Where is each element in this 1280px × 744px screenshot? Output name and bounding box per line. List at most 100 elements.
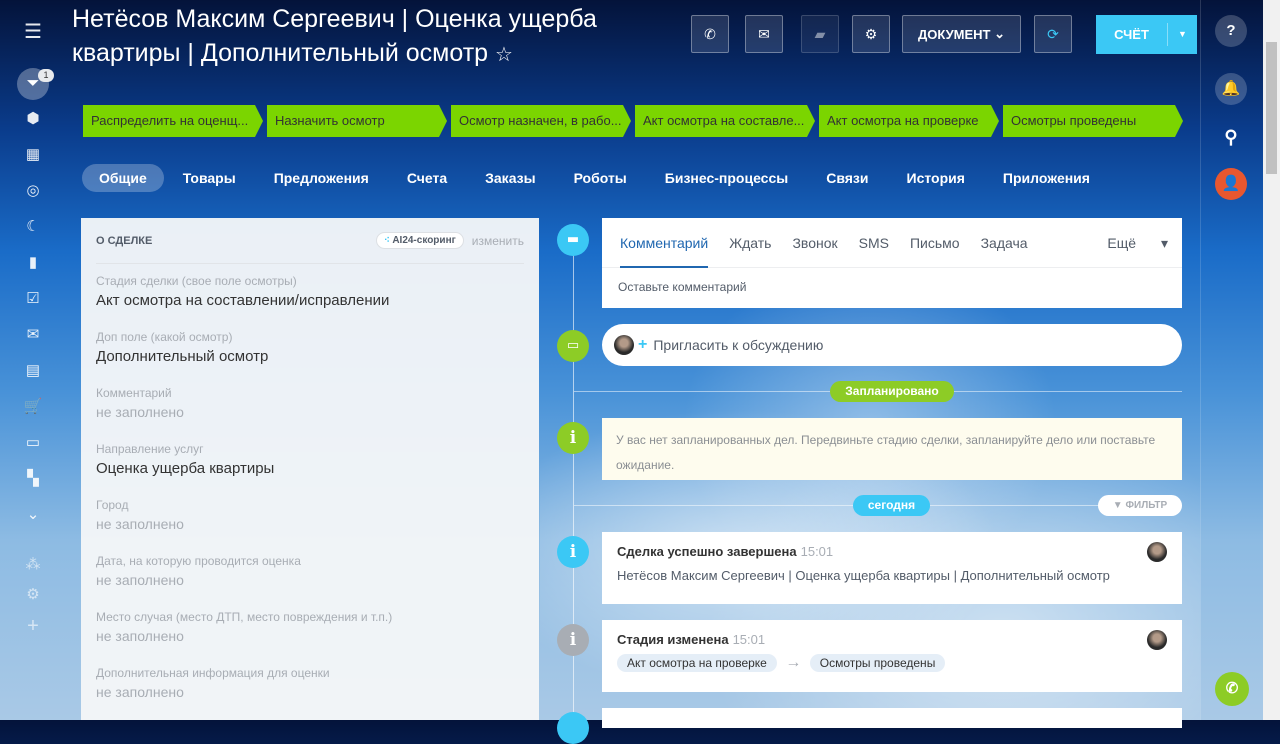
mail-button[interactable]: ✉	[745, 15, 783, 53]
tab-relations[interactable]: Связи	[807, 164, 887, 192]
stage-bar: Распределить на оценщ... Назначить осмот…	[83, 105, 1183, 137]
comment-input[interactable]: Оставьте комментарий	[602, 268, 1182, 306]
mail-icon[interactable]: ✉	[21, 323, 45, 347]
stage-item[interactable]: Распределить на оценщ...	[83, 105, 263, 137]
tab-sms[interactable]: SMS	[859, 218, 889, 268]
box-icon[interactable]: ⬢	[21, 107, 45, 131]
info-icon: i	[557, 536, 589, 568]
stage-item[interactable]: Акт осмотра на составле...	[635, 105, 815, 137]
scrollbar[interactable]	[1263, 0, 1280, 720]
apps-icon[interactable]: ▚	[21, 467, 45, 491]
tab-wait[interactable]: Ждать	[729, 218, 771, 268]
field-value[interactable]: Оценка ущерба квартиры	[96, 460, 524, 477]
timeline-event[interactable]: Сделка успешно завершена 15:01 Нетёсов Ма…	[602, 532, 1182, 604]
timeline-event[interactable]: Стадия изменена 15:01 Акт осмотра на пров…	[602, 620, 1182, 692]
chart-icon[interactable]: ▮	[21, 251, 45, 275]
plus-icon[interactable]: +	[21, 614, 45, 638]
tab-general[interactable]: Общие	[82, 164, 164, 192]
tab-comment[interactable]: Комментарий	[620, 218, 709, 268]
activity-editor: Комментарий Ждать Звонок SMS Письмо Зада…	[602, 218, 1182, 308]
settings-button[interactable]: ⚙	[852, 15, 890, 53]
dropdown-arrow-icon[interactable]: ▼	[1167, 23, 1197, 46]
invite-label: Пригласить к обсуждению	[653, 337, 824, 353]
field-label: Дата, на которую проводится оценка	[96, 554, 301, 568]
scrollbar-thumb[interactable]	[1266, 42, 1277, 174]
ai-scoring-button[interactable]: ⁖ AI24-скоринг	[376, 232, 464, 249]
tab-quotes[interactable]: Предложения	[255, 164, 388, 192]
task-icon[interactable]: ☑	[21, 287, 45, 311]
repeat-button[interactable]: ⟳	[1034, 15, 1072, 53]
field-value[interactable]: Дополнительный осмотр	[96, 348, 524, 365]
field: Комментарий не заполнено	[96, 386, 524, 432]
calendar-icon[interactable]: ▦	[21, 143, 45, 167]
field-value[interactable]: не заполнено	[96, 684, 524, 700]
window-icon[interactable]: ▭	[21, 431, 45, 455]
stage-item[interactable]: Осмотр назначен, в рабо...	[451, 105, 631, 137]
chat-button[interactable]: ▰	[801, 15, 839, 53]
stage-item[interactable]: Акт осмотра на проверке	[819, 105, 999, 137]
field-label: Место случая (место ДТП, место поврежден…	[96, 610, 393, 624]
moon-icon[interactable]: ☾	[21, 215, 45, 239]
stage-item[interactable]: Назначить осмотр	[267, 105, 447, 137]
field-value[interactable]: Акт осмотра на составлении/исправлении	[96, 292, 524, 309]
tab-invoices[interactable]: Счета	[388, 164, 466, 192]
info-icon: i	[557, 624, 589, 656]
about-deal-card: О СДЕЛКЕ ⁖ AI24-скоринг изменить Стадия …	[81, 218, 539, 720]
right-panel: ? 🔔 ⚲ 👤 ✆	[1200, 0, 1262, 720]
edit-link[interactable]: изменить	[472, 234, 524, 248]
planned-empty-notice: У вас нет запланированных дел. Передвинь…	[602, 418, 1182, 480]
field: Город не заполнено	[96, 498, 524, 544]
call-button[interactable]: ✆	[691, 15, 729, 53]
field-value[interactable]: не заполнено	[96, 628, 524, 644]
field-value[interactable]: не заполнено	[96, 516, 524, 532]
card-title: О СДЕЛКЕ	[96, 234, 153, 247]
timeline-event[interactable]	[602, 708, 1182, 728]
info-icon: i	[557, 422, 589, 454]
plus-icon: +	[638, 336, 648, 353]
field: Доп поле (какой осмотр) Дополнительный ос…	[96, 330, 524, 376]
tab-task[interactable]: Задача	[981, 218, 1028, 268]
chevron-down-icon[interactable]: ⌄	[21, 503, 45, 527]
field-label: Комментарий	[96, 386, 172, 400]
invite-bar[interactable]: + Пригласить к обсуждению	[602, 324, 1182, 366]
tab-call[interactable]: Звонок	[792, 218, 837, 268]
avatar[interactable]: 👤	[1215, 168, 1247, 200]
bell-icon[interactable]: 🔔	[1215, 73, 1247, 105]
page-title: Нетёсов Максим Сергеевич | Оценка ущерба…	[72, 5, 597, 67]
stage-item[interactable]: Осмотры проведены	[1003, 105, 1183, 137]
chat-icon: ▰	[814, 25, 826, 42]
repeat-icon: ⟳	[1047, 25, 1059, 42]
event-text[interactable]: Нетёсов Максим Сергеевич | Оценка ущерба…	[617, 568, 1167, 583]
field-label: Доп поле (какой осмотр)	[96, 330, 233, 344]
filter-icon: ▼	[1112, 500, 1123, 511]
search-icon[interactable]: ⚲	[1215, 121, 1247, 153]
document-button[interactable]: ДОКУМЕНТ ⌄	[902, 15, 1021, 53]
invoice-button[interactable]: СЧЁТ ▼	[1096, 15, 1197, 54]
tab-email[interactable]: Письмо	[910, 218, 960, 268]
tab-orders[interactable]: Заказы	[466, 164, 554, 192]
field-value[interactable]: не заполнено	[96, 404, 524, 420]
inbox-icon[interactable]: ▤	[21, 359, 45, 383]
filter-button[interactable]: ▼ ФИЛЬТР	[1098, 495, 1182, 516]
menu-icon[interactable]: ☰	[21, 20, 45, 44]
star-icon[interactable]: ☆	[495, 44, 513, 66]
sitemap-icon[interactable]: ⁂	[21, 553, 45, 577]
tab-apps[interactable]: Приложения	[984, 164, 1109, 192]
phone-icon[interactable]: ✆	[1215, 672, 1249, 706]
help-icon[interactable]: ?	[1215, 15, 1247, 47]
tab-products[interactable]: Товары	[164, 164, 255, 192]
gear-icon[interactable]: ⚙	[21, 583, 45, 607]
target-icon[interactable]: ◎	[21, 179, 45, 203]
document-label: ДОКУМЕНТ	[917, 26, 991, 42]
field-value[interactable]: не заполнено	[96, 572, 524, 588]
tab-robots[interactable]: Роботы	[555, 164, 646, 192]
gear-icon: ⚙	[864, 25, 878, 42]
cart-icon[interactable]: 🛒	[21, 395, 45, 419]
tab-history[interactable]: История	[888, 164, 984, 192]
avatar[interactable]	[1147, 630, 1167, 650]
deal-tabs: Общие Товары Предложения Счета Заказы Ро…	[82, 164, 1109, 192]
left-sidebar: ☰ ⏷ 1 ⬢ ▦ ◎ ☾ ▮ ☑ ✉ ▤ 🛒 ▭ ▚ ⌄ ⁂ ⚙ +	[0, 0, 66, 720]
tab-business-processes[interactable]: Бизнес-процессы	[646, 164, 807, 192]
more-menu[interactable]: Ещё ▾	[1107, 218, 1168, 268]
avatar[interactable]	[1147, 542, 1167, 562]
